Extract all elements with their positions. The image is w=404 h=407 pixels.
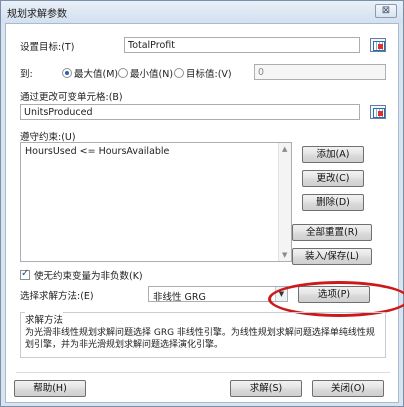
- constraints-scrollbar[interactable]: ▲ ▼: [278, 143, 291, 261]
- solving-method-title: 求解方法: [25, 312, 64, 326]
- method-select-value: 非线性 GRG: [153, 292, 206, 303]
- reset-all-button[interactable]: 全部重置(R): [292, 224, 372, 241]
- constraint-item[interactable]: HoursUsed <= HoursAvailable: [25, 146, 169, 157]
- variables-ref-picker-icon[interactable]: [370, 105, 386, 119]
- solving-method-description: 为光滑非线性规划求解问题选择 GRG 非线性引擎。为线性规划求解问题选择单纯线性…: [25, 328, 375, 350]
- title-bar[interactable]: 规划求解参数 ⊠: [1, 1, 403, 23]
- help-button[interactable]: 帮助(H): [14, 380, 86, 397]
- to-label: 到:: [20, 69, 33, 80]
- objective-ref-picker-icon[interactable]: [370, 38, 386, 52]
- target-value-radio-label[interactable]: 目标值:(V): [186, 66, 232, 80]
- target-value-input[interactable]: 0: [254, 64, 386, 80]
- nonnegative-checkbox[interactable]: [20, 268, 30, 280]
- solver-parameters-dialog: 规划求解参数 ⊠ 设置目标:(T) TotalProfit 到: 最大值(M) …: [0, 0, 404, 407]
- constraints-list[interactable]: HoursUsed <= HoursAvailable ▲ ▼: [20, 142, 292, 262]
- method-select[interactable]: 非线性 GRG ▼: [148, 286, 288, 303]
- method-label: 选择求解方法:(E): [20, 291, 94, 302]
- change-constraint-button[interactable]: 更改(C): [302, 170, 364, 187]
- min-radio-label[interactable]: 最小值(N): [130, 66, 173, 80]
- add-constraint-button[interactable]: 添加(A): [302, 146, 364, 163]
- scroll-up-icon[interactable]: ▲: [282, 145, 287, 153]
- solving-method-group: 求解方法 为光滑非线性规划求解问题选择 GRG 非线性引擎。为线性规划求解问题选…: [20, 312, 386, 358]
- dialog-body: 设置目标:(T) TotalProfit 到: 最大值(M) 最小值(N) 目标…: [5, 23, 404, 403]
- footer-divider: [16, 372, 390, 373]
- close-icon[interactable]: ⊠: [375, 4, 397, 18]
- variable-cells-input[interactable]: UnitsProduced: [20, 104, 360, 120]
- target-value-radio[interactable]: [174, 68, 184, 78]
- solve-button[interactable]: 求解(S): [230, 380, 302, 397]
- close-button[interactable]: 关闭(O): [312, 380, 384, 397]
- min-radio[interactable]: [118, 68, 128, 78]
- max-radio[interactable]: [62, 68, 72, 78]
- variables-label: 通过更改可变单元格:(B): [20, 92, 123, 103]
- delete-constraint-button[interactable]: 删除(D): [302, 194, 364, 211]
- scroll-down-icon[interactable]: ▼: [282, 251, 287, 259]
- load-save-button[interactable]: 装入/保存(L): [292, 248, 372, 265]
- constraints-label: 遵守约束:(U): [20, 132, 76, 143]
- objective-input[interactable]: TotalProfit: [124, 37, 360, 53]
- objective-label: 设置目标:(T): [20, 42, 75, 53]
- nonnegative-label[interactable]: 使无约束变量为非负数(K): [34, 268, 143, 282]
- max-radio-label[interactable]: 最大值(M): [74, 66, 118, 80]
- dialog-title: 规划求解参数: [7, 9, 67, 20]
